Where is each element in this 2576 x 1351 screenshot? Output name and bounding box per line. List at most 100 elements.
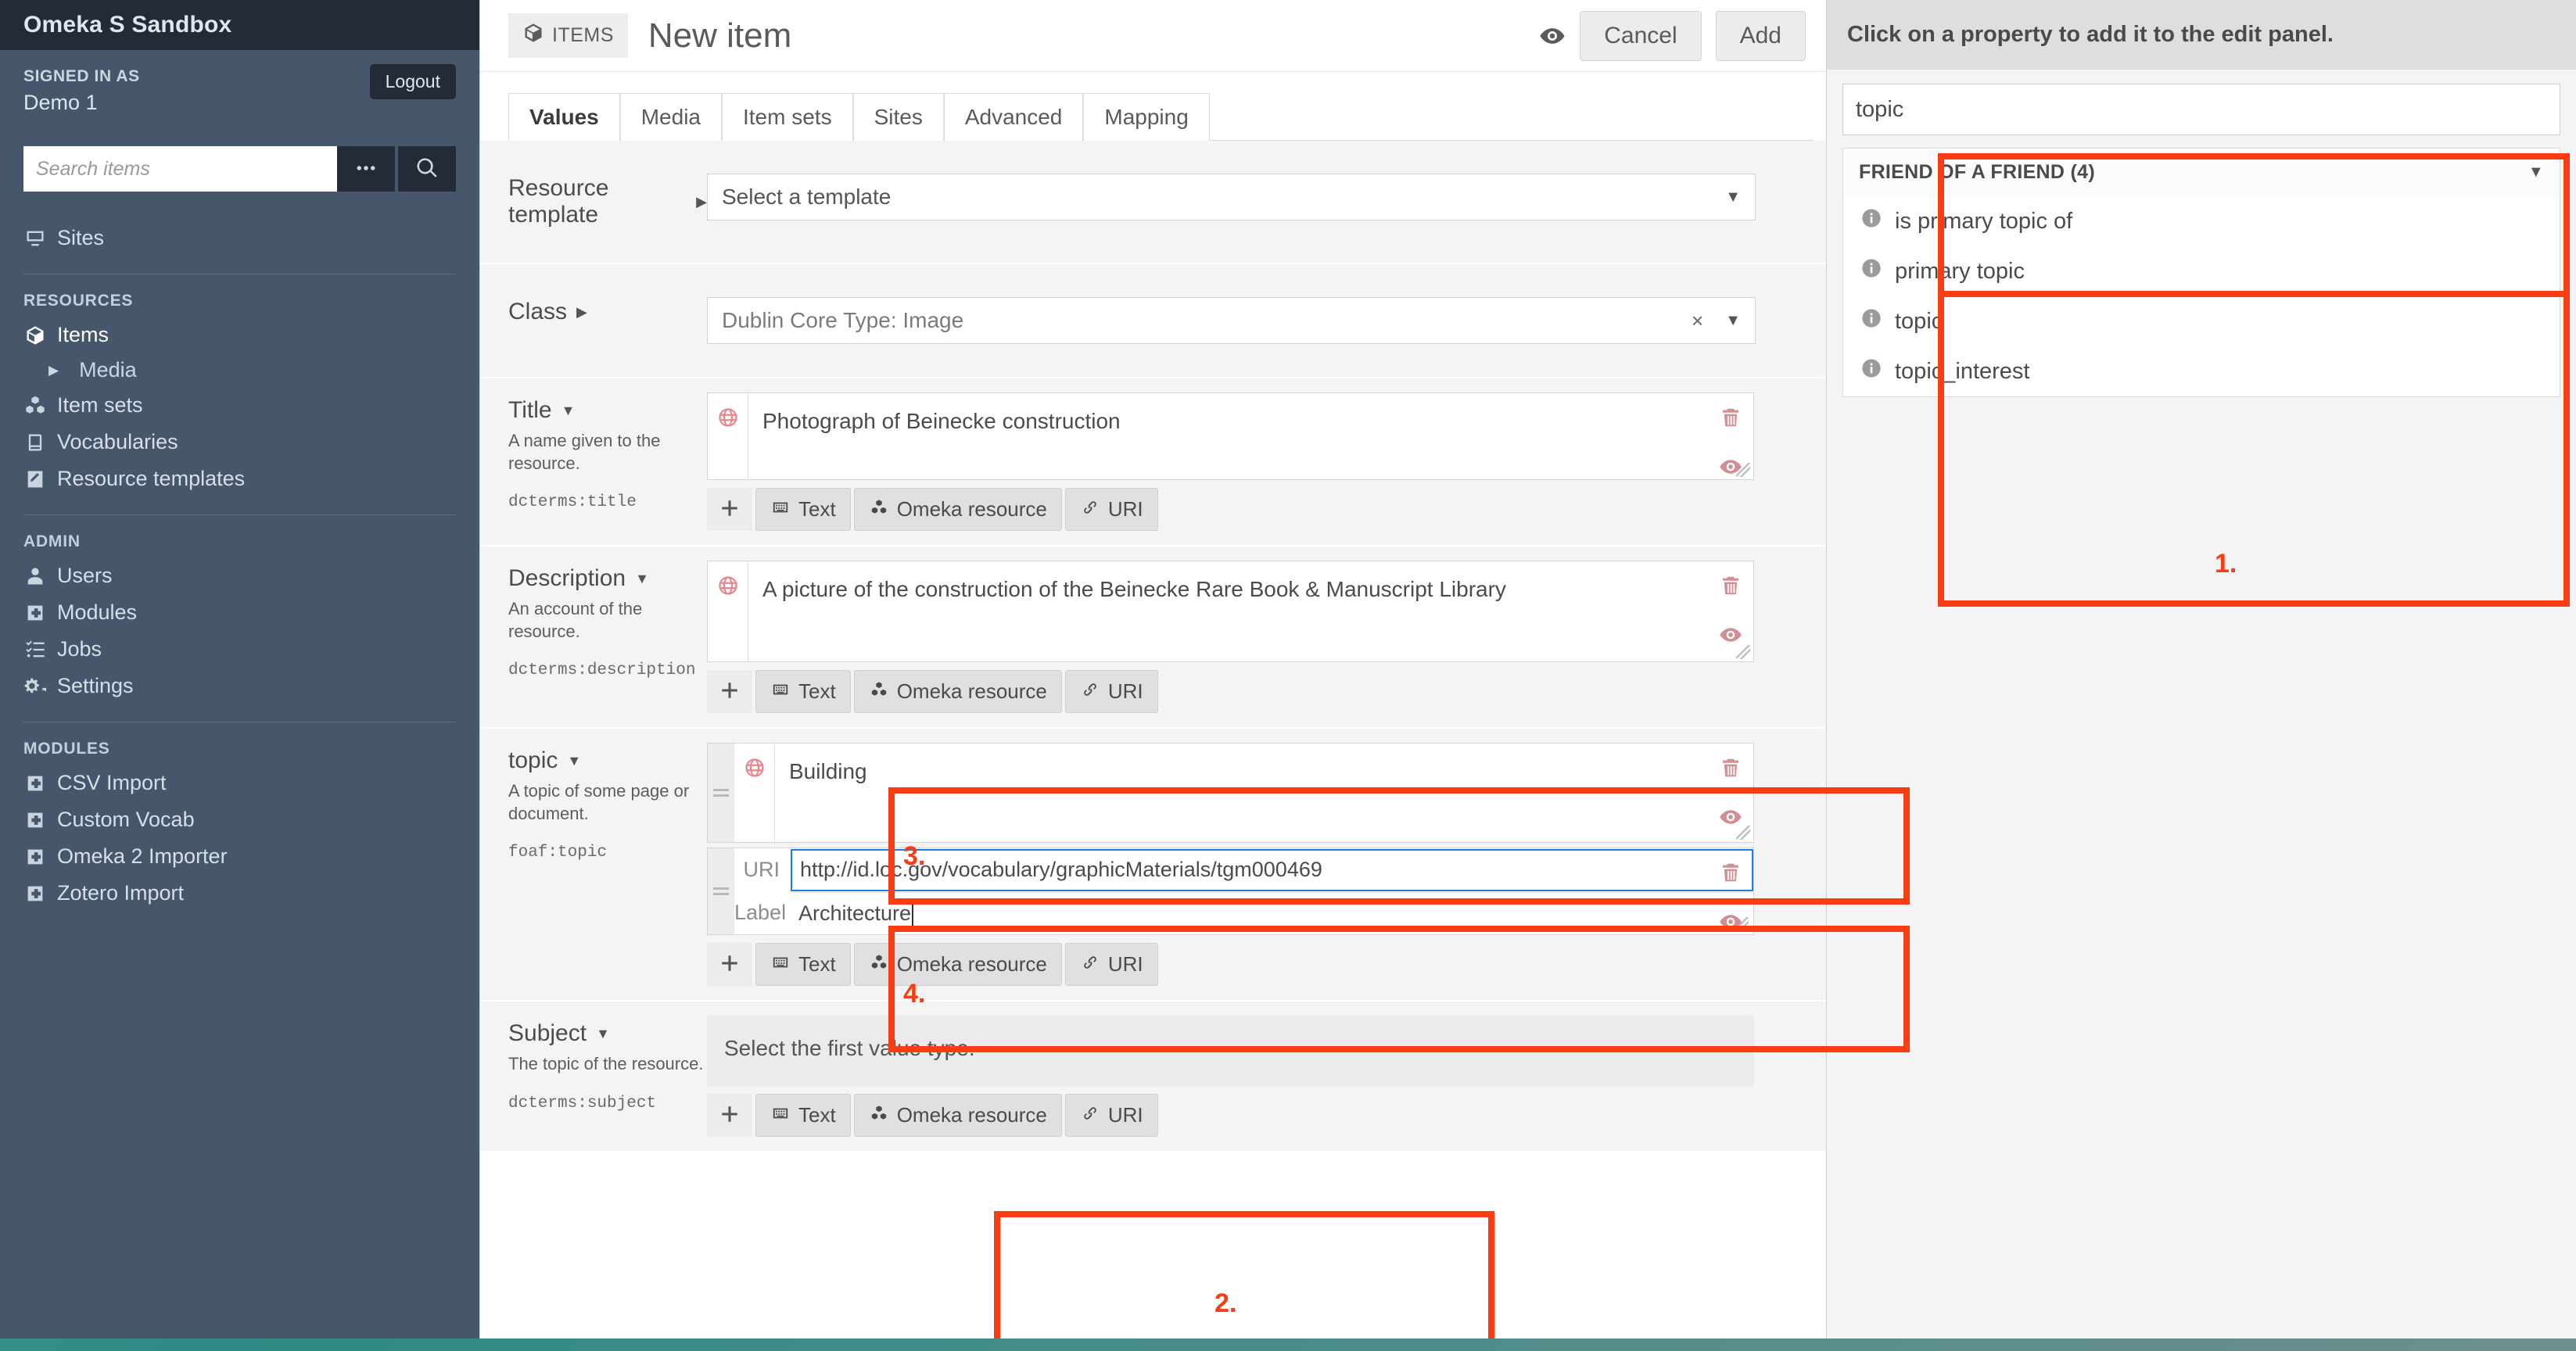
info-icon[interactable]: [1860, 357, 1882, 385]
value-type-text-button[interactable]: Text: [755, 943, 851, 986]
sidebar-item-label: Resource templates: [57, 467, 246, 490]
property-option-topic-interest[interactable]: topic_interest: [1843, 346, 2560, 396]
class-field-cell: Dublin Core Type: Image × ▼: [707, 275, 1826, 366]
language-toggle[interactable]: [708, 561, 748, 661]
caret-right-icon[interactable]: ▶: [696, 194, 707, 210]
drag-handle[interactable]: [708, 848, 734, 934]
info-icon[interactable]: [1860, 207, 1882, 235]
tab-item-sets[interactable]: Item sets: [722, 93, 853, 141]
grip-lines-icon: [713, 887, 729, 895]
signed-in-block: SIGNED IN AS Demo 1 Logout: [0, 50, 479, 115]
sidebar-item-sites[interactable]: Sites: [0, 220, 479, 256]
value-type-text-button[interactable]: Text: [755, 488, 851, 531]
value-type-uri-button[interactable]: URI: [1064, 670, 1158, 713]
header-actions: Cancel Add: [1539, 0, 1806, 72]
sidebar-item-media[interactable]: ▶ Media: [0, 353, 479, 387]
value-type-text-button[interactable]: Text: [755, 670, 851, 713]
uri-label-input[interactable]: Architecture: [791, 891, 1753, 934]
trash-icon[interactable]: [1719, 405, 1742, 434]
admin-sidebar: Omeka S Sandbox SIGNED IN AS Demo 1 Logo…: [0, 0, 479, 1338]
tab-media[interactable]: Media: [619, 93, 722, 141]
sidebar-item-label: Custom Vocab: [57, 808, 195, 831]
uri-input[interactable]: [791, 848, 1753, 891]
chevron-down-icon[interactable]: ▼: [635, 571, 649, 587]
sidebar-item-vocabularies[interactable]: Vocabularies: [0, 424, 479, 460]
link-icon: [1080, 952, 1100, 977]
sidebar-item-csv-import[interactable]: CSV Import: [0, 765, 479, 801]
value-type-uri-button[interactable]: URI: [1064, 1094, 1158, 1137]
logout-button[interactable]: Logout: [369, 64, 456, 99]
search-submit-button[interactable]: [398, 146, 456, 192]
visibility-eye-icon[interactable]: [1719, 454, 1742, 483]
tab-values[interactable]: Values: [508, 93, 620, 141]
property-option-primary-topic[interactable]: primary topic: [1843, 246, 2560, 296]
chevron-down-icon[interactable]: ▼: [561, 403, 576, 419]
tab-mapping[interactable]: Mapping: [1083, 93, 1210, 141]
property-name: Title ▼: [508, 397, 576, 423]
value-type-omeka-resource-button[interactable]: Omeka resource: [853, 1094, 1062, 1137]
visibility-eye-icon[interactable]: [1719, 622, 1742, 651]
cancel-button[interactable]: Cancel: [1580, 11, 1702, 61]
trash-icon[interactable]: [1719, 573, 1742, 602]
resource-template-select[interactable]: Select a template ▼: [707, 174, 1756, 220]
property-option-topic[interactable]: topic: [1843, 296, 2560, 346]
info-icon[interactable]: [1860, 257, 1882, 285]
value-textarea[interactable]: Building: [775, 744, 1753, 842]
preview-eye-icon[interactable]: [1539, 23, 1566, 49]
sidebar-item-users[interactable]: Users: [0, 557, 479, 594]
value-type-uri-button[interactable]: URI: [1064, 943, 1158, 986]
sidebar-item-omeka-2-importer[interactable]: Omeka 2 Importer: [0, 838, 479, 875]
keyboard-icon: [770, 679, 791, 704]
add-value-button[interactable]: [707, 670, 752, 713]
property-name: topic ▼: [508, 747, 582, 773]
trash-icon[interactable]: [1719, 755, 1742, 784]
visibility-eye-icon[interactable]: [1719, 909, 1742, 938]
property-option-is-primary-topic-of[interactable]: is primary topic of: [1843, 196, 2560, 246]
property-search-input[interactable]: [1842, 84, 2560, 135]
value-type-omeka-resource-button[interactable]: Omeka resource: [853, 943, 1062, 986]
value-type-text-button[interactable]: Text: [755, 1094, 851, 1137]
value-type-buttons: Text Omeka resource URI: [707, 1094, 1754, 1137]
chevron-down-icon[interactable]: ▼: [567, 753, 581, 769]
class-select[interactable]: Dublin Core Type: Image × ▼: [707, 297, 1756, 344]
sidebar-item-zotero-import[interactable]: Zotero Import: [0, 875, 479, 912]
sidebar-item-label: Users: [57, 564, 113, 587]
caret-right-icon[interactable]: ▶: [576, 304, 587, 321]
search-input[interactable]: [23, 146, 337, 192]
chevron-down-icon: ▼: [1725, 311, 1741, 329]
breadcrumb-items-badge[interactable]: ITEMS: [508, 13, 628, 58]
sidebar-item-custom-vocab[interactable]: Custom Vocab: [0, 801, 479, 838]
sidebar-item-modules[interactable]: Modules: [0, 594, 479, 631]
visibility-eye-icon[interactable]: [1719, 805, 1742, 833]
sidebar-item-settings[interactable]: Settings: [0, 668, 479, 704]
chevron-down-icon[interactable]: ▼: [596, 1026, 610, 1042]
advanced-search-button[interactable]: [337, 146, 395, 192]
tab-sites[interactable]: Sites: [852, 93, 944, 141]
sidebar-item-jobs[interactable]: Jobs: [0, 631, 479, 668]
sidebar-divider-2: [23, 514, 456, 515]
tasks-icon: [23, 638, 47, 661]
language-toggle[interactable]: [708, 393, 748, 479]
property-term: foaf:topic: [508, 844, 608, 862]
language-toggle[interactable]: [734, 744, 775, 842]
add-value-button[interactable]: [707, 943, 752, 986]
tab-advanced[interactable]: Advanced: [943, 93, 1084, 141]
vocabulary-group-header[interactable]: FRIEND OF A FRIEND (4) ▼: [1843, 149, 2560, 196]
value-textarea[interactable]: A picture of the construction of the Bei…: [748, 561, 1753, 661]
clear-class-icon[interactable]: ×: [1692, 309, 1703, 333]
sidebar-item-resource-templates[interactable]: Resource templates: [0, 460, 479, 497]
value-type-uri-button[interactable]: URI: [1064, 488, 1158, 531]
site-brand[interactable]: Omeka S Sandbox: [0, 0, 479, 50]
sidebar-item-item-sets[interactable]: Item sets: [0, 387, 479, 424]
info-icon[interactable]: [1860, 307, 1882, 335]
add-button[interactable]: Add: [1715, 11, 1806, 61]
value-textarea[interactable]: Photograph of Beinecke construction: [748, 393, 1753, 479]
sidebar-item-items[interactable]: Items: [0, 317, 479, 353]
value-type-omeka-resource-button[interactable]: Omeka resource: [853, 670, 1062, 713]
add-value-button[interactable]: [707, 1094, 752, 1137]
trash-icon[interactable]: [1719, 860, 1742, 889]
drag-handle[interactable]: [708, 744, 734, 842]
add-value-button[interactable]: [707, 488, 752, 531]
value-type-omeka-resource-button[interactable]: Omeka resource: [853, 488, 1062, 531]
annotation-number-2: 2.: [1214, 1288, 1237, 1318]
